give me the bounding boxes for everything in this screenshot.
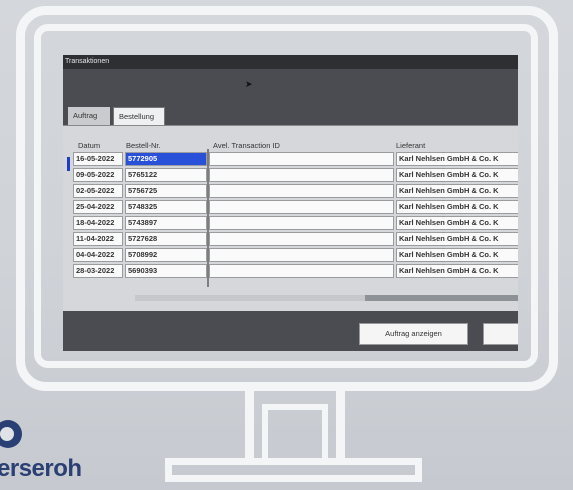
column-header-datum[interactable]: Datum (78, 141, 100, 150)
cell-transaction-id[interactable] (209, 184, 394, 198)
column-header-lieferant[interactable]: Lieferant (396, 141, 425, 150)
column-header-bestell-nr[interactable]: Bestell-Nr. (126, 141, 161, 150)
monitor-stand (336, 391, 345, 459)
cell-lieferant[interactable]: Karl Nehlsen GmbH & Co. K (396, 232, 518, 246)
cell-lieferant[interactable]: Karl Nehlsen GmbH & Co. K (396, 264, 518, 278)
window-title: Transaktionen (63, 55, 518, 69)
cell-datum[interactable]: 04-04-2022 (73, 248, 123, 262)
cell-lieferant[interactable]: Karl Nehlsen GmbH & Co. K (396, 168, 518, 182)
cell-bestell-nr[interactable]: 5772905 (125, 152, 207, 166)
cell-transaction-id[interactable] (209, 216, 394, 230)
table-row[interactable]: 11-04-2022 5727628 Karl Nehlsen GmbH & C… (73, 232, 518, 247)
table-row[interactable]: 04-04-2022 5708992 Karl Nehlsen GmbH & C… (73, 248, 518, 263)
tab-auftrag[interactable]: Auftrag (68, 107, 110, 125)
cell-bestell-nr[interactable]: 5756725 (125, 184, 207, 198)
scrollbar-thumb[interactable] (365, 295, 518, 301)
cell-lieferant[interactable]: Karl Nehlsen GmbH & Co. K (396, 248, 518, 262)
cell-transaction-id[interactable] (209, 264, 394, 278)
table-row[interactable]: 18-04-2022 5743897 Karl Nehlsen GmbH & C… (73, 216, 518, 231)
logo-icon (0, 420, 22, 448)
cell-datum[interactable]: 18-04-2022 (73, 216, 123, 230)
cell-bestell-nr[interactable]: 5743897 (125, 216, 207, 230)
horizontal-scrollbar[interactable] (135, 295, 518, 301)
table-row[interactable]: 28-03-2022 5690393 Karl Nehlsen GmbH & C… (73, 264, 518, 279)
cell-lieferant[interactable]: Karl Nehlsen GmbH & Co. K (396, 152, 518, 166)
monitor-stand (245, 391, 254, 459)
cell-bestell-nr[interactable]: 5765122 (125, 168, 207, 182)
cell-bestell-nr[interactable]: 5727628 (125, 232, 207, 246)
current-row-marker (67, 157, 70, 171)
cell-bestell-nr[interactable]: 5690393 (125, 264, 207, 278)
monitor-stand-inner (262, 404, 328, 459)
table-row[interactable]: 09-05-2022 5765122 Karl Nehlsen GmbH & C… (73, 168, 518, 183)
logo-text: erseroh (0, 455, 82, 482)
cell-transaction-id[interactable] (209, 168, 394, 182)
cell-datum[interactable]: 02-05-2022 (73, 184, 123, 198)
table-row[interactable]: 25-04-2022 5748325 Karl Nehlsen GmbH & C… (73, 200, 518, 215)
cell-bestell-nr[interactable]: 5708992 (125, 248, 207, 262)
table-row[interactable]: 02-05-2022 5756725 Karl Nehlsen GmbH & C… (73, 184, 518, 199)
tab-bestellung[interactable]: Bestellung (113, 107, 165, 125)
table-row[interactable]: 16-05-2022 5772905 Karl Nehlsen GmbH & C… (73, 152, 518, 167)
cell-datum[interactable]: 16-05-2022 (73, 152, 123, 166)
cell-transaction-id[interactable] (209, 232, 394, 246)
column-splitter[interactable] (207, 149, 209, 287)
cell-lieferant[interactable]: Karl Nehlsen GmbH & Co. K (396, 184, 518, 198)
cell-datum[interactable]: 28-03-2022 (73, 264, 123, 278)
show-order-button[interactable]: Auftrag anzeigen (359, 323, 468, 345)
cell-transaction-id[interactable] (209, 152, 394, 166)
tab-divider (63, 125, 518, 126)
column-header-transaction-id[interactable]: Avel. Transaction ID (213, 141, 280, 150)
app-window: Transaktionen ➤ Auftrag Bestellung Datum… (63, 55, 518, 351)
monitor-base (165, 458, 422, 482)
cell-lieferant[interactable]: Karl Nehlsen GmbH & Co. K (396, 200, 518, 214)
secondary-button[interactable] (483, 323, 518, 345)
mouse-cursor-icon: ➤ (245, 79, 253, 89)
cell-lieferant[interactable]: Karl Nehlsen GmbH & Co. K (396, 216, 518, 230)
cell-bestell-nr[interactable]: 5748325 (125, 200, 207, 214)
cell-transaction-id[interactable] (209, 248, 394, 262)
cell-datum[interactable]: 09-05-2022 (73, 168, 123, 182)
cell-datum[interactable]: 11-04-2022 (73, 232, 123, 246)
cell-transaction-id[interactable] (209, 200, 394, 214)
cell-datum[interactable]: 25-04-2022 (73, 200, 123, 214)
